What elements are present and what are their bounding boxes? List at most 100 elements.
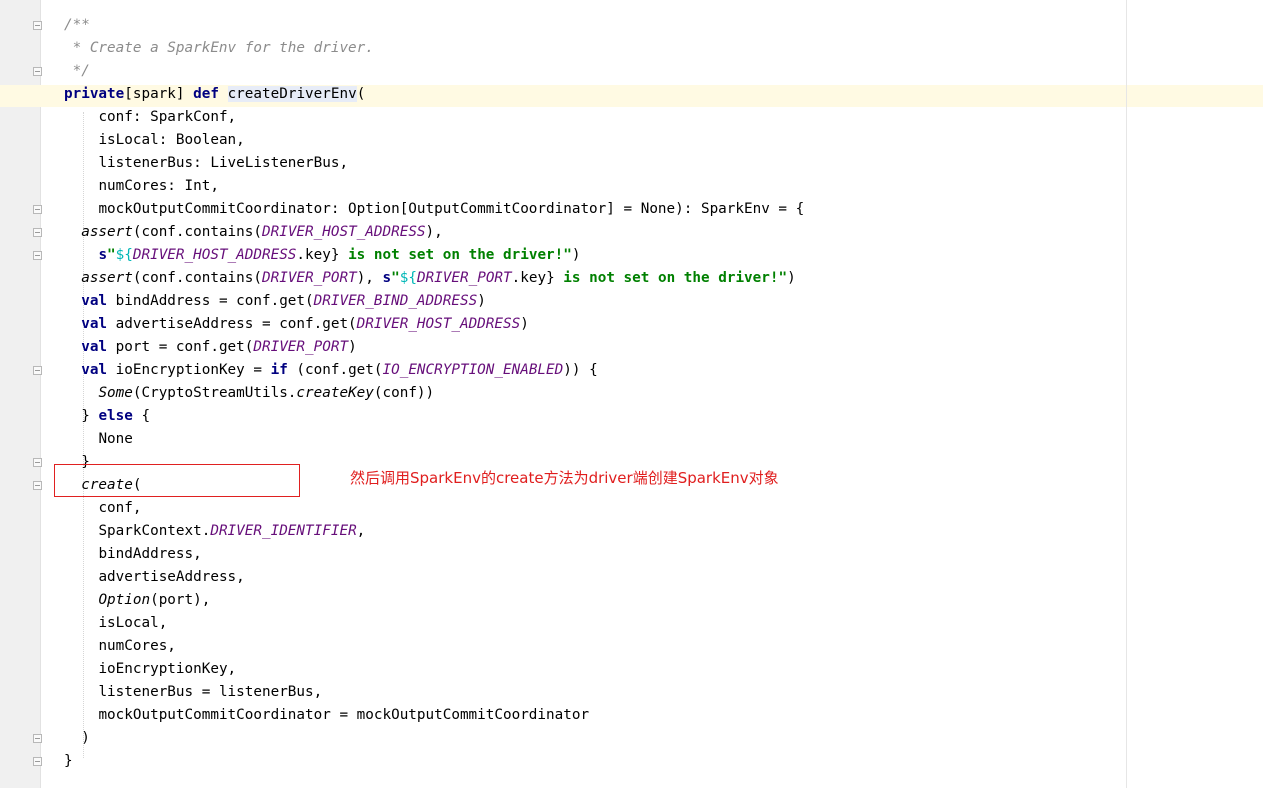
code-editor[interactable]: /** * Create a SparkEnv for the driver. … — [64, 14, 804, 773]
code-line: s"${DRIVER_HOST_ADDRESS.key} is not set … — [64, 244, 804, 267]
code-text: .key} — [296, 247, 340, 263]
doc-comment-start: /** — [64, 17, 90, 33]
annotation-label: 然后调用SparkEnv的create方法为driver端创建SparkEnv对… — [350, 469, 779, 487]
code-line: numCores, — [64, 635, 804, 658]
string-literal: is not set on the driver!" — [554, 270, 788, 286]
fold-collapse-icon[interactable] — [33, 458, 42, 467]
keyword-val: val — [81, 362, 108, 378]
string-quote: " — [391, 270, 400, 286]
constant: IO_ENCRYPTION_ENABLED — [382, 362, 564, 378]
option-call: Option — [98, 592, 151, 608]
code-text: ) — [477, 293, 486, 309]
doc-comment-end: */ — [64, 63, 90, 79]
code-text: ) — [348, 339, 357, 355]
right-margin-guide — [1126, 0, 1127, 788]
code-line: ) — [64, 727, 804, 750]
keyword-val: val — [81, 293, 108, 309]
param: listenerBus: LiveListenerBus, — [98, 155, 349, 171]
code-line: None — [64, 428, 804, 451]
code-line: listenerBus: LiveListenerBus, — [64, 152, 804, 175]
code-text: (conf)) — [373, 385, 435, 401]
constant: DRIVER_HOST_ADDRESS — [356, 316, 521, 332]
code-text: .key} — [511, 270, 555, 286]
code-text: (conf.get( — [287, 362, 383, 378]
annotation-highlight-box — [54, 464, 300, 497]
fold-collapse-icon[interactable] — [33, 481, 42, 490]
code-text: (port), — [150, 592, 211, 608]
fold-collapse-icon[interactable] — [33, 757, 42, 766]
param: mockOutputCommitCoordinator: Option[Outp… — [98, 201, 805, 217]
code-text: None — [98, 431, 133, 447]
keyword-def: def — [193, 86, 219, 102]
code-text: , — [356, 523, 366, 539]
code-text: } — [81, 408, 99, 424]
code-text: (conf.contains( — [132, 224, 262, 240]
fold-collapse-icon[interactable] — [33, 251, 42, 260]
open-paren: ( — [356, 86, 366, 102]
fold-collapse-icon[interactable] — [33, 205, 42, 214]
code-text: ) — [571, 247, 581, 263]
code-text: SparkContext. — [98, 523, 211, 539]
string-literal: is not set on the driver!" — [339, 247, 572, 263]
code-text: ) — [787, 270, 796, 286]
assert-call: assert — [81, 224, 133, 240]
assert-call: assert — [81, 270, 133, 286]
code-line: advertiseAddress, — [64, 566, 804, 589]
constant: DRIVER_HOST_ADDRESS — [262, 224, 426, 240]
interp-open: ${ — [399, 270, 417, 286]
code-line: isLocal: Boolean, — [64, 129, 804, 152]
code-line: mockOutputCommitCoordinator = mockOutput… — [64, 704, 804, 727]
code-text: port = conf.get( — [107, 339, 254, 355]
some-call: Some — [98, 385, 133, 401]
code-line: isLocal, — [64, 612, 804, 635]
code-text: )) { — [563, 362, 598, 378]
fold-collapse-icon[interactable] — [33, 67, 42, 76]
fold-collapse-icon[interactable] — [33, 366, 42, 375]
keyword-else: else — [98, 408, 133, 424]
code-line: assert(conf.contains(DRIVER_PORT), s"${D… — [64, 267, 804, 290]
param: numCores: Int, — [98, 178, 219, 194]
code-line: val ioEncryptionKey = if (conf.get(IO_EN… — [64, 359, 804, 382]
code-line: listenerBus = listenerBus, — [64, 681, 804, 704]
code-line: assert(conf.contains(DRIVER_HOST_ADDRESS… — [64, 221, 804, 244]
constant: DRIVER_HOST_ADDRESS — [132, 247, 297, 263]
fold-collapse-icon[interactable] — [33, 734, 42, 743]
arg: advertiseAddress, — [98, 569, 245, 585]
code-line: conf: SparkConf, — [64, 106, 804, 129]
code-line: } — [64, 750, 804, 773]
code-line: Option(port), — [64, 589, 804, 612]
code-text: ioEncryptionKey = — [107, 362, 271, 378]
code-text: ) — [520, 316, 529, 332]
create-key-call: createKey — [296, 385, 374, 401]
keyword-val: val — [81, 339, 108, 355]
code-line: } else { — [64, 405, 804, 428]
code-line: val bindAddress = conf.get(DRIVER_BIND_A… — [64, 290, 804, 313]
constant: DRIVER_IDENTIFIER — [210, 523, 357, 539]
method-name[interactable]: createDriverEnv — [227, 86, 357, 102]
interp-open: ${ — [115, 247, 133, 263]
constant: DRIVER_PORT — [416, 270, 512, 286]
access-scope: [spark] — [124, 86, 194, 102]
code-text: bindAddress = conf.get( — [107, 293, 314, 309]
gutter-divider — [40, 0, 41, 788]
constant: DRIVER_BIND_ADDRESS — [313, 293, 478, 309]
arg: listenerBus = listenerBus, — [98, 684, 323, 700]
code-line: bindAddress, — [64, 543, 804, 566]
code-text: ) — [81, 730, 90, 746]
code-text: ), — [356, 270, 383, 286]
code-line: mockOutputCommitCoordinator: Option[Outp… — [64, 198, 804, 221]
code-line: Some(CryptoStreamUtils.createKey(conf)) — [64, 382, 804, 405]
code-line: * Create a SparkEnv for the driver. — [64, 37, 804, 60]
arg: conf, — [98, 500, 142, 516]
code-line: */ — [64, 60, 804, 83]
code-text: advertiseAddress = conf.get( — [107, 316, 357, 332]
code-text: ), — [425, 224, 443, 240]
keyword-if: if — [270, 362, 288, 378]
fold-collapse-icon[interactable] — [33, 228, 42, 237]
fold-collapse-icon[interactable] — [33, 21, 42, 30]
arg: mockOutputCommitCoordinator = mockOutput… — [98, 707, 590, 723]
keyword-private: private — [64, 86, 125, 102]
string-prefix: s — [98, 247, 108, 263]
code-line: /** — [64, 14, 804, 37]
arg: ioEncryptionKey, — [98, 661, 237, 677]
